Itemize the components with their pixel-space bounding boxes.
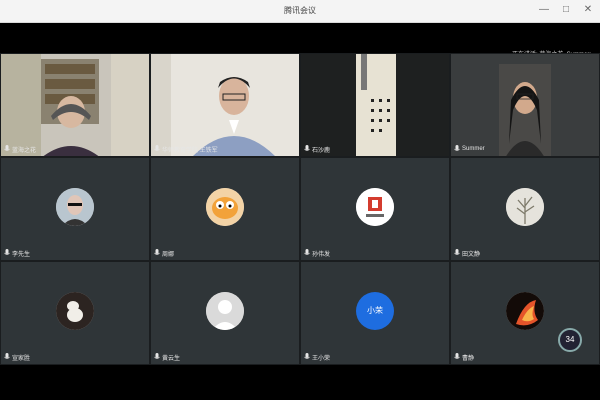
microphone-icon — [154, 249, 160, 255]
participant-name-tag: 石沙鹿 — [304, 144, 330, 154]
avatar — [56, 292, 94, 330]
participant-name: 曹静 — [462, 355, 475, 362]
video-feed-room — [1, 54, 149, 156]
participant-name-tag: 华师教育学院 王铁军 — [154, 144, 218, 154]
avatar — [356, 188, 394, 226]
video-tile-7[interactable]: 孙伟发 — [300, 157, 450, 261]
video-tile-3[interactable]: 石沙鹿 — [300, 53, 450, 157]
video-tile-5[interactable]: 李先生 — [0, 157, 150, 261]
participant-name: 田文静 — [462, 251, 481, 258]
avatar — [56, 188, 94, 226]
avatar — [206, 292, 244, 330]
microphone-icon — [154, 353, 160, 359]
video-tile-1[interactable]: 蓝海之花 — [0, 53, 150, 157]
video-feed-woman — [451, 54, 599, 156]
microphone-icon — [454, 145, 460, 151]
microphone-icon — [454, 249, 460, 255]
participant-name: 李先生 — [12, 251, 31, 258]
avatar: 小荣 — [356, 292, 394, 330]
maximize-button[interactable]: □ — [560, 4, 572, 16]
avatar — [506, 292, 544, 330]
close-button[interactable]: ✕ — [582, 4, 594, 16]
participant-name-tag: 黄云生 — [154, 352, 180, 362]
participant-name-tag: 曹静 — [454, 352, 474, 362]
participant-name-tag: 宣家胜 — [4, 352, 30, 362]
participant-name-tag: 蓝海之花 — [4, 144, 36, 154]
title-bar: 腾讯会议 — □ ✕ — [0, 0, 600, 23]
video-tile-11[interactable]: 小荣 王小荣 — [300, 261, 450, 365]
participant-name: 石沙鹿 — [312, 147, 331, 154]
participant-name: 王小荣 — [312, 355, 331, 362]
participant-name-tag: 田文静 — [454, 248, 480, 258]
video-tile-9[interactable]: 宣家胜 — [0, 261, 150, 365]
participant-name: 黄云生 — [162, 355, 181, 362]
microphone-icon — [304, 145, 310, 151]
avatar — [206, 188, 244, 226]
participant-name-tag: 王小荣 — [304, 352, 330, 362]
microphone-icon — [454, 353, 460, 359]
video-tile-2[interactable]: 华师教育学院 王铁军 — [150, 53, 300, 157]
participant-name-tag: 周娜 — [154, 248, 174, 258]
microphone-icon — [4, 249, 10, 255]
participant-name: 宣家胜 — [12, 355, 31, 362]
video-grid: 蓝海之花 华师教育学院 王铁军 石沙鹿 Summer 李先生 周娜 孙伟发 田文… — [0, 53, 600, 365]
video-feed-calligraphy — [301, 54, 449, 156]
avatar — [506, 188, 544, 226]
participant-name: 蓝海之花 — [12, 147, 37, 154]
participant-name-tag: 李先生 — [4, 248, 30, 258]
minimize-button[interactable]: — — [538, 4, 550, 16]
microphone-icon — [304, 353, 310, 359]
participant-name: 华师教育学院 王铁军 — [162, 147, 218, 154]
window-title: 腾讯会议 — [284, 6, 316, 15]
participant-name: Summer — [462, 146, 485, 152]
participant-count-badge[interactable]: 34 — [558, 328, 582, 352]
video-tile-8[interactable]: 田文静 — [450, 157, 600, 261]
participant-name-tag: 孙伟发 — [304, 248, 330, 258]
microphone-icon — [4, 145, 10, 151]
video-tile-10[interactable]: 黄云生 — [150, 261, 300, 365]
video-tile-6[interactable]: 周娜 — [150, 157, 300, 261]
video-tile-4[interactable]: Summer — [450, 53, 600, 157]
participant-name: 孙伟发 — [312, 251, 331, 258]
video-top-bar — [0, 23, 600, 53]
video-feed-man — [151, 54, 299, 156]
microphone-icon — [304, 249, 310, 255]
window-controls: — □ ✕ — [538, 4, 594, 16]
microphone-icon — [154, 145, 160, 151]
participant-name-tag: Summer — [454, 144, 485, 154]
microphone-icon — [4, 353, 10, 359]
video-bottom-bar — [0, 365, 600, 400]
video-tile-12[interactable]: 曹静 — [450, 261, 600, 365]
participant-name: 周娜 — [162, 251, 175, 258]
avatar-initial: 小荣 — [367, 306, 383, 315]
